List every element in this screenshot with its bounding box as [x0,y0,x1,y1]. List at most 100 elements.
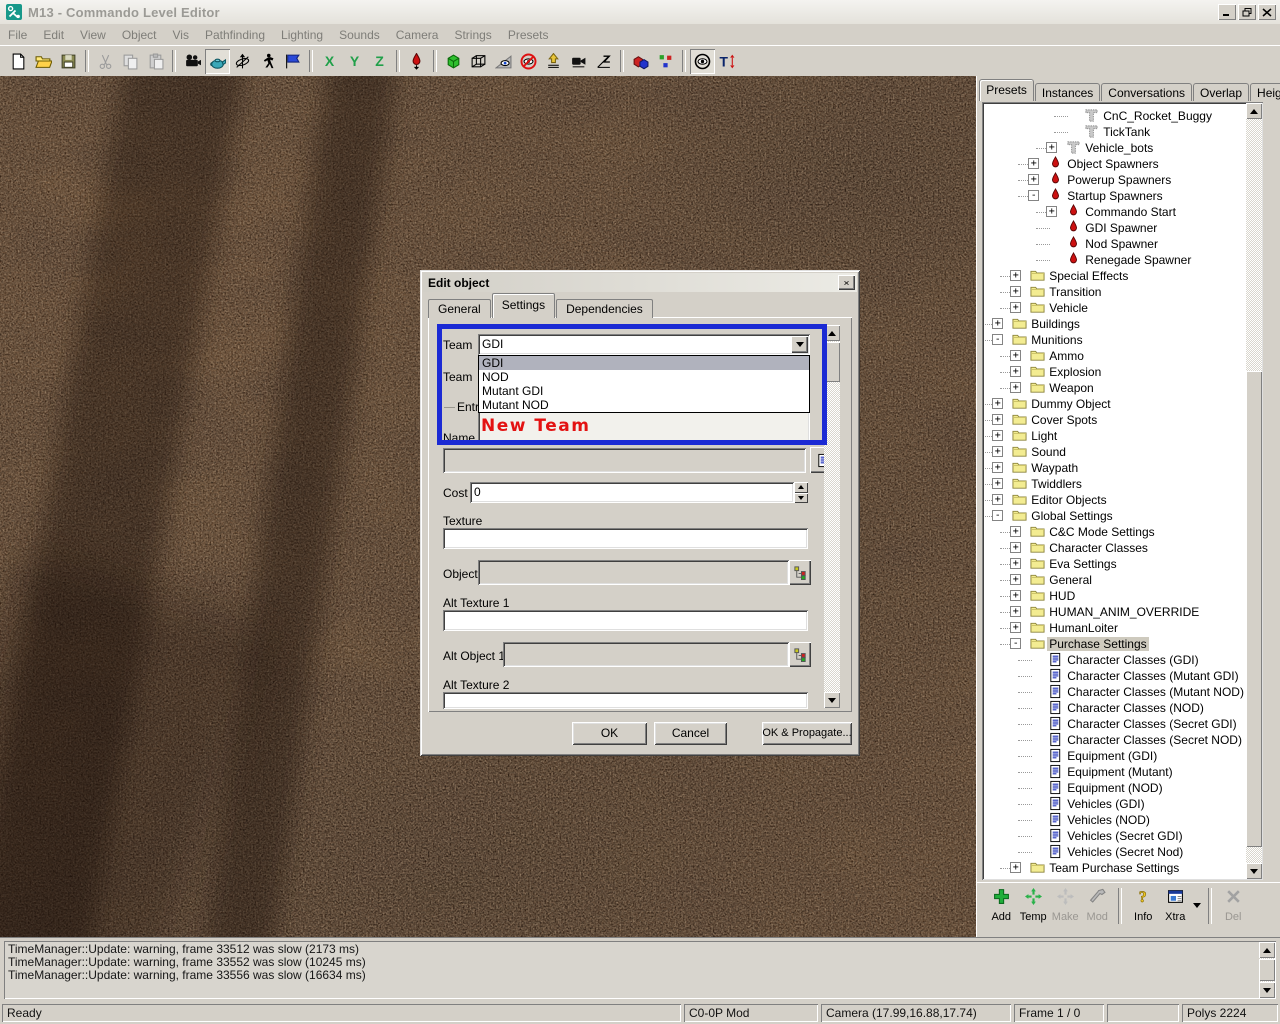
copy-button[interactable] [118,49,143,74]
tree-item[interactable]: Character Classes (Mutant NOD) [984,684,1245,700]
tree-item[interactable]: Character Classes (Secret GDI) [984,716,1245,732]
tree-item[interactable]: Vehicles (Secret GDI) [984,828,1245,844]
walk-mode-button[interactable] [255,49,280,74]
expand-icon[interactable]: + [1010,862,1021,873]
tree-item[interactable]: Vehicles (NOD) [984,812,1245,828]
description-field[interactable] [443,448,806,473]
tree-item-label[interactable]: Vehicle [1047,301,1090,315]
tree-item[interactable]: +HumanLoiter [984,620,1245,636]
menu-lighting[interactable]: Lighting [273,26,331,44]
expand-icon[interactable]: + [1046,206,1057,217]
menu-view[interactable]: View [72,26,114,44]
tree-item-label[interactable]: Character Classes (Secret NOD) [1065,733,1244,747]
tree-item[interactable]: -Startup Spawners [984,188,1245,204]
tree-item[interactable]: +Editor Objects [984,492,1245,508]
open-file-button[interactable] [31,49,56,74]
tree-item-label[interactable]: HUMAN_ANIM_OVERRIDE [1047,605,1201,619]
tree-item-label[interactable]: Light [1029,429,1059,443]
expand-icon[interactable]: + [992,478,1003,489]
tree-item[interactable]: +Vehicle [984,300,1245,316]
tree-item[interactable]: + Team Purchase Settings [984,860,1245,876]
cut-button[interactable] [93,49,118,74]
tree-item-label[interactable]: C&C Mode Settings [1047,525,1156,539]
tree-item-label[interactable]: Explosion [1047,365,1103,379]
menu-sounds[interactable]: Sounds [331,26,388,44]
ok-button[interactable]: OK [572,722,647,745]
tree-item[interactable]: Vehicles (GDI) [984,796,1245,812]
tree-item-label[interactable]: Vehicle_bots [1083,141,1155,155]
team-option[interactable]: Mutant GDI [479,384,809,398]
combo-dropdown-button[interactable] [791,336,808,353]
tree-item-label[interactable]: Special Effects [1047,269,1130,283]
tree-item-label[interactable]: HUD [1047,589,1077,603]
alt-object1-picker-button[interactable] [789,642,811,667]
expand-icon[interactable]: + [1010,590,1021,601]
tree-item-label[interactable]: HumanLoiter [1047,621,1120,635]
tree-item[interactable]: +Buildings [984,316,1245,332]
scroll-down-button[interactable] [824,692,840,708]
tree-item[interactable]: +Character Classes [984,540,1245,556]
collapse-icon[interactable]: - [992,334,1003,345]
tab-heightfield[interactable]: Heightfield [1250,83,1280,101]
menu-camera[interactable]: Camera [388,26,447,44]
expand-icon[interactable]: + [1010,542,1021,553]
expand-icon[interactable]: + [1010,558,1021,569]
tree-item-label[interactable]: Character Classes (GDI) [1065,653,1200,667]
xtra-dropdown-button[interactable] [1191,885,1203,927]
tree-item[interactable]: -Munitions [984,332,1245,348]
rotate-mode-button[interactable] [230,49,255,74]
tree-item[interactable]: + Special Effects [984,268,1245,284]
tree-item-label[interactable]: Vehicles (Secret GDI) [1065,829,1184,843]
tree-item-label[interactable]: Global Settings [1029,509,1114,523]
dialog-tab-dependencies[interactable]: Dependencies [556,299,653,318]
tree-item-label[interactable]: Eva Settings [1047,557,1118,571]
group-cubes-button[interactable] [628,49,653,74]
tree-item[interactable]: Equipment (NOD) [984,780,1245,796]
team-option[interactable]: NOD [479,370,809,384]
dialog-tab-settings[interactable]: Settings [492,293,555,318]
alt-object1-field[interactable] [503,642,789,667]
tree-item-label[interactable]: Dummy Object [1029,397,1112,411]
expand-icon[interactable]: + [1010,606,1021,617]
tree-item[interactable]: Equipment (GDI) [984,748,1245,764]
expand-icon[interactable]: + [1010,382,1021,393]
new-file-button[interactable] [6,49,31,74]
tree-item-label[interactable]: Character Classes (Mutant NOD) [1065,685,1245,699]
expand-icon[interactable]: + [1010,270,1021,281]
alt-texture2-field[interactable] [443,692,808,709]
tree-item[interactable]: + Eva Settings [984,556,1245,572]
tree-item-label[interactable]: Cover Spots [1029,413,1099,427]
close-button[interactable] [1258,4,1276,20]
tree-item-label[interactable]: Twiddlers [1029,477,1084,491]
minimize-button[interactable] [1218,4,1236,20]
cost-spinner[interactable] [794,482,808,503]
tree-item[interactable]: +General [984,572,1245,588]
tree-item[interactable]: Vehicles (Secret Nod) [984,844,1245,860]
tree-item[interactable]: +Object Spawners [984,156,1245,172]
tree-item[interactable]: +Transition [984,284,1245,300]
tree-item[interactable]: Character Classes (Mutant GDI) [984,668,1245,684]
collapse-icon[interactable]: - [992,510,1003,521]
tree-item-label[interactable]: Waypath [1029,461,1080,475]
object-field[interactable] [478,560,789,585]
expand-icon[interactable]: + [1028,174,1039,185]
output-log[interactable]: TimeManager::Update: warning, frame 3351… [4,941,1276,999]
tab-overlap[interactable]: Overlap [1193,83,1249,101]
tree-item[interactable]: TickTank [984,124,1245,140]
tree-item-label[interactable]: Sound [1029,445,1068,459]
expand-icon[interactable]: + [1010,286,1021,297]
tree-item-label[interactable]: Team Purchase Settings [1047,861,1181,875]
tree-item-label[interactable]: General [1047,573,1094,587]
team-option[interactable]: Mutant NOD [479,398,809,412]
tree-item[interactable]: +Commando Start [984,204,1245,220]
scroll-thumb[interactable] [1246,371,1262,847]
del-button[interactable]: Del [1217,885,1249,927]
tree-item-label[interactable]: Powerup Spawners [1065,173,1173,187]
log-scrollbar[interactable] [1259,942,1275,998]
expand-icon[interactable]: + [1010,366,1021,377]
expand-icon[interactable]: + [992,430,1003,441]
paste-button[interactable] [143,49,168,74]
team-option[interactable]: GDI [479,356,809,370]
tree-item[interactable]: Character Classes (Secret NOD) [984,732,1245,748]
tree-item-label[interactable]: Vehicles (NOD) [1065,813,1152,827]
